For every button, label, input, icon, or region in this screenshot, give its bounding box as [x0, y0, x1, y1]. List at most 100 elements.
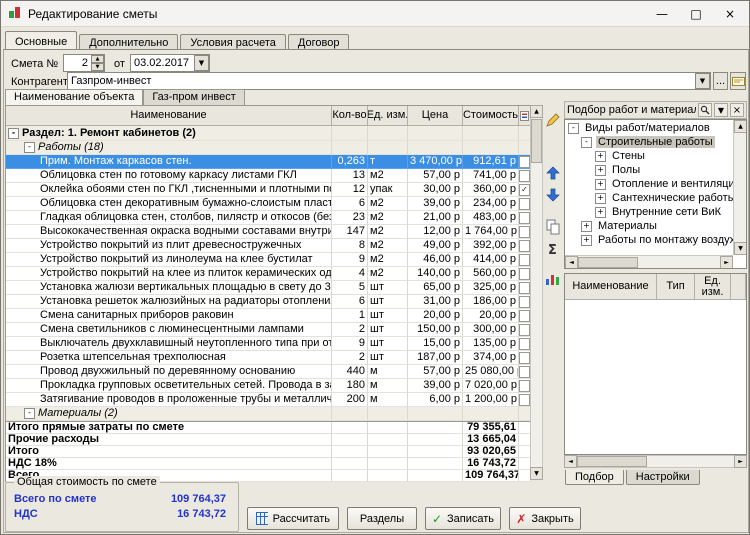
- scroll-right-button[interactable]: ►: [734, 455, 747, 468]
- vertical-scrollbar[interactable]: ▲ ▼: [530, 105, 543, 480]
- table-row[interactable]: Устройство покрытий на клее из плиток ке…: [6, 267, 531, 281]
- tree-item[interactable]: +Работы по монтажу воздуховодов: [565, 233, 733, 247]
- row-checkbox[interactable]: ✓: [519, 184, 530, 196]
- tree-item[interactable]: +Внутренние сети ВиК: [565, 205, 733, 219]
- move-up-button[interactable]: [543, 163, 562, 182]
- col-unit[interactable]: Ед. изм.: [368, 106, 408, 126]
- tab-dogovor[interactable]: Договор: [288, 34, 350, 50]
- row-checkbox[interactable]: [519, 282, 530, 294]
- expander-icon[interactable]: -: [568, 123, 579, 134]
- col-name[interactable]: Наименование: [6, 106, 332, 126]
- tree-item[interactable]: +Полы: [565, 163, 733, 177]
- tree-item[interactable]: -Строительные работы: [565, 135, 733, 149]
- tree-item[interactable]: +Стены: [565, 149, 733, 163]
- col-cost[interactable]: Стоимость: [463, 106, 519, 126]
- spin-up-icon[interactable]: ▲: [91, 55, 104, 63]
- row-checkbox[interactable]: [519, 380, 530, 392]
- table-row[interactable]: Смена светильников с люминесцентными лам…: [6, 323, 531, 337]
- table-row[interactable]: Смена санитарных приборов раковин 1 шт 2…: [6, 309, 531, 323]
- table-row[interactable]: Прокладка групповых осветительных сетей.…: [6, 379, 531, 393]
- table-row[interactable]: Высококачественная окраска водными соста…: [6, 225, 531, 239]
- table-row[interactable]: Провод двухжильный по деревянному основа…: [6, 365, 531, 379]
- row-checkbox[interactable]: [519, 240, 530, 252]
- copy-button[interactable]: [543, 217, 562, 236]
- tab-nastroyki[interactable]: Настройки: [626, 470, 700, 485]
- table-row[interactable]: Розетка штепсельная трехполюсная 2 шт 18…: [6, 351, 531, 365]
- col-type[interactable]: Тип: [657, 274, 695, 300]
- search-button[interactable]: [698, 103, 712, 117]
- date-dropdown-button[interactable]: ▼: [194, 55, 209, 71]
- row-checkbox[interactable]: [519, 324, 530, 336]
- expander-icon[interactable]: +: [595, 151, 606, 162]
- scroll-left-button[interactable]: ◄: [565, 256, 578, 269]
- table-row[interactable]: Устройство покрытий из плит древесностру…: [6, 239, 531, 253]
- expander-icon[interactable]: +: [595, 179, 606, 190]
- tree-item[interactable]: +Сантехнические работы: [565, 191, 733, 205]
- move-down-button[interactable]: [543, 185, 562, 204]
- tab-usloviya-rascheta[interactable]: Условия расчета: [180, 34, 286, 50]
- row-checkbox[interactable]: [519, 212, 530, 224]
- tab-object-name[interactable]: Наименование объекта: [5, 89, 143, 105]
- row-checkbox[interactable]: [519, 366, 530, 378]
- tree-vertical-scrollbar[interactable]: ▲ ▼: [733, 120, 746, 255]
- col-price[interactable]: Цена: [408, 106, 463, 126]
- row-checkbox[interactable]: [519, 394, 530, 406]
- scroll-thumb[interactable]: [578, 257, 638, 268]
- row-checkbox[interactable]: [519, 338, 530, 350]
- row-checkbox[interactable]: [519, 310, 530, 322]
- expander-icon[interactable]: -: [24, 142, 35, 153]
- row-checkbox[interactable]: [519, 170, 530, 182]
- expander-icon[interactable]: +: [595, 165, 606, 176]
- sections-button[interactable]: Разделы: [347, 507, 417, 530]
- picker-horizontal-scrollbar[interactable]: ◄ ►: [564, 455, 747, 468]
- table-row[interactable]: Прим. Монтаж каркасов стен. 0,263 т 3 47…: [6, 155, 531, 169]
- tab-osnovnye[interactable]: Основные: [5, 31, 77, 50]
- col-unit[interactable]: Ед. изм.: [695, 274, 731, 300]
- edit-button[interactable]: [543, 111, 562, 130]
- expander-icon[interactable]: -: [8, 128, 19, 139]
- materials-group-row[interactable]: -Материалы (2): [6, 407, 531, 421]
- row-checkbox[interactable]: [519, 156, 530, 168]
- row-checkbox[interactable]: [519, 198, 530, 210]
- contractor-input[interactable]: [67, 72, 711, 90]
- minimize-button[interactable]: —: [645, 1, 679, 26]
- expander-icon[interactable]: -: [24, 408, 35, 419]
- tree-item[interactable]: +Отопление и вентиляция.Реш: [565, 177, 733, 191]
- col-qty[interactable]: Кол-во: [332, 106, 368, 126]
- table-row[interactable]: Затягивание проводов в проложенные трубы…: [6, 393, 531, 407]
- scroll-down-button[interactable]: ▼: [530, 467, 543, 480]
- contractor-dropdown-button[interactable]: ▼: [695, 73, 710, 89]
- row-checkbox[interactable]: [519, 254, 530, 266]
- expander-icon[interactable]: +: [595, 193, 606, 204]
- row-checkbox[interactable]: [519, 352, 530, 364]
- tab-dopolnitelno[interactable]: Дополнительно: [79, 34, 178, 50]
- calculate-button[interactable]: Рассчитать: [247, 507, 339, 530]
- expander-icon[interactable]: +: [581, 221, 592, 232]
- panel-close-button[interactable]: ×: [730, 103, 744, 117]
- table-row[interactable]: Облицовка стен по готовому каркасу листа…: [6, 169, 531, 183]
- table-row[interactable]: Гладкая облицовка стен, столбов, пилястр…: [6, 211, 531, 225]
- row-checkbox[interactable]: [519, 296, 530, 308]
- row-checkbox[interactable]: [519, 268, 530, 280]
- row-checkbox[interactable]: [519, 226, 530, 238]
- chart-button[interactable]: [543, 269, 562, 288]
- scroll-thumb[interactable]: [531, 119, 542, 163]
- table-row[interactable]: Оклейка обоями стен по ГКЛ ,тисненными и…: [6, 183, 531, 197]
- dropdown-button[interactable]: ▼: [714, 103, 728, 117]
- section-row[interactable]: -Раздел: 1. Ремонт кабинетов (2): [6, 126, 531, 141]
- tree-item[interactable]: +Материалы: [565, 219, 733, 233]
- close-button[interactable]: ×: [713, 1, 747, 26]
- spin-down-icon[interactable]: ▼: [91, 63, 104, 71]
- scroll-thumb[interactable]: [577, 456, 647, 467]
- scroll-right-button[interactable]: ►: [720, 256, 733, 269]
- contractor-card-button[interactable]: [730, 72, 746, 90]
- expander-icon[interactable]: -: [581, 137, 592, 148]
- table-row[interactable]: Установка жалюзи вертикальных площадью в…: [6, 281, 531, 295]
- estimate-number-stepper[interactable]: ▲ ▼: [91, 55, 104, 71]
- table-row[interactable]: Облицовка стен декоративным бумажно-слои…: [6, 197, 531, 211]
- sum-button[interactable]: Σ: [543, 241, 562, 260]
- contractor-more-button[interactable]: ...: [713, 72, 728, 90]
- tab-gazprom-invest[interactable]: Газ-пром инвест: [143, 89, 244, 105]
- expander-icon[interactable]: +: [595, 207, 606, 218]
- scroll-up-button[interactable]: ▲: [734, 120, 747, 133]
